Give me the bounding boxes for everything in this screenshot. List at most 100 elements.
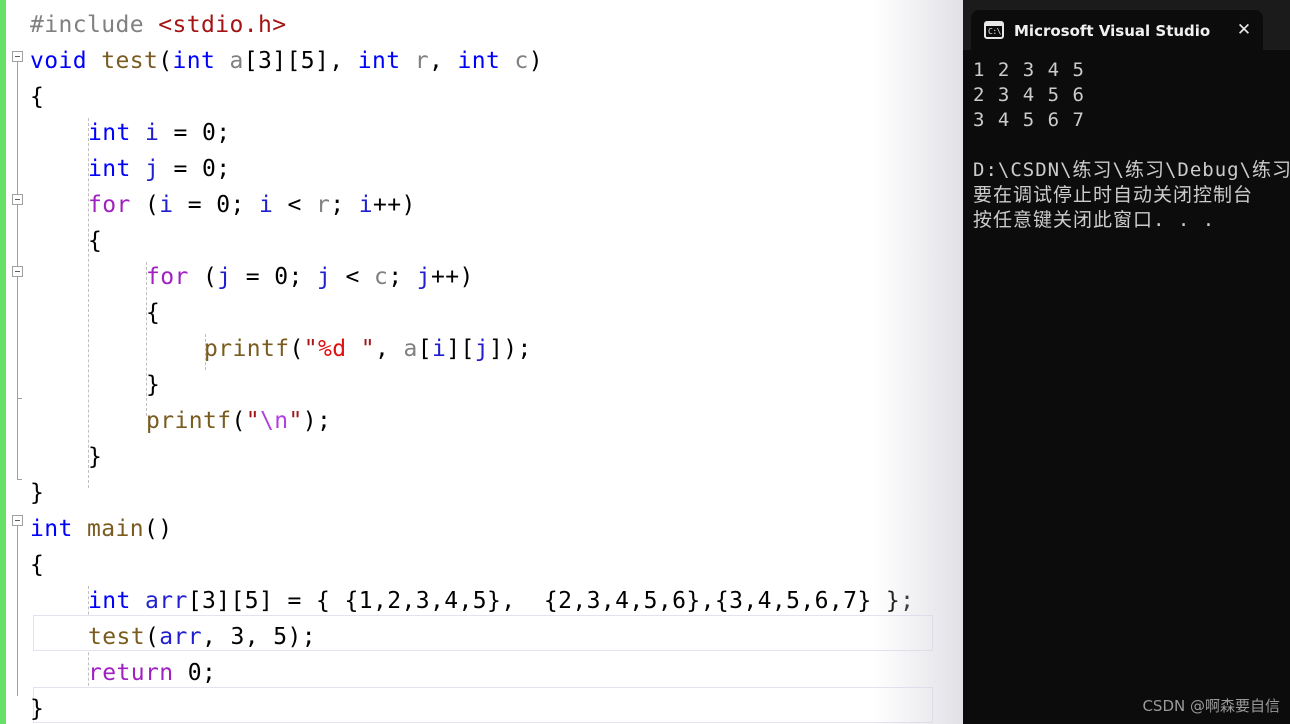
code-token: { [30,552,45,578]
code-token: , [374,336,404,362]
code-token: #include [30,12,159,38]
code-token: i [145,120,160,146]
code-editor-pane[interactable]: #include <stdio.h> void test(int a[3][5],… [0,0,963,724]
code-token: printf [204,336,290,362]
console-titlebar[interactable]: C:\ Microsoft Visual Studio 调试控 ✕ [971,10,1263,50]
code-line[interactable]: int arr[3][5] = { {1,2,3,4,5}, {2,3,4,5,… [88,583,914,619]
code-token: r [414,48,429,74]
code-token: i [259,192,274,218]
code-token: , 3, 5); [202,624,316,650]
code-token: int [30,516,73,542]
code-line[interactable]: } [146,367,160,403]
console-output-row: 3 4 5 6 7 [973,109,1085,131]
code-token: printf [146,408,232,434]
code-line[interactable]: } [30,691,44,724]
code-token: } [30,480,45,506]
code-token: test [88,624,145,650]
code-token: ( [231,408,246,434]
close-icon[interactable]: ✕ [1233,19,1255,41]
code-token: ][ [446,336,475,362]
code-token: ++) [431,264,474,290]
code-token: ); [302,408,332,434]
code-line[interactable]: { [30,79,44,115]
code-line[interactable]: for (j = 0; j < c; j++) [146,259,474,295]
code-token: j [145,156,160,182]
code-token: ; [288,264,317,290]
code-line[interactable]: int i = 0; [88,115,231,151]
code-token: ( [188,264,218,290]
code-token: { [88,228,103,254]
code-token: void [30,48,87,74]
debug-console-window[interactable]: C:\ Microsoft Visual Studio 调试控 ✕ 1 2 3 … [963,0,1290,724]
code-token: j [474,336,489,362]
console-message-line: 要在调试停止时自动关闭控制台 [973,184,1254,206]
code-token: ( [130,192,160,218]
code-line[interactable]: } [88,439,102,475]
code-token: i [159,192,174,218]
code-token: \n [259,408,289,434]
code-line[interactable]: printf("%d ", a[i][j]); [204,331,532,367]
console-output-row: 1 2 3 4 5 [973,59,1085,81]
code-token: } [30,696,45,722]
code-token: c [374,264,389,290]
code-token: , [428,48,458,74]
code-token: int [88,156,131,182]
console-cmd-icon: C:\ [984,21,1004,39]
code-token: { [146,300,161,326]
console-output-area[interactable]: 1 2 3 4 5 2 3 4 5 6 3 4 5 6 7 D:\CSDN\练习\练… [963,50,1290,724]
code-token: for [146,264,189,290]
code-line[interactable]: { [88,223,102,259]
code-token: c [514,48,529,74]
code-token: } [88,444,103,470]
code-token: 0 [216,192,231,218]
code-line[interactable]: } [30,475,44,511]
code-text-area[interactable]: #include <stdio.h> void test(int a[3][5],… [0,0,963,724]
code-token: 0 [274,264,289,290]
console-output-row: 2 3 4 5 6 [973,84,1085,106]
csdn-watermark: CSDN @啊森要自信 [1142,697,1280,715]
console-message-line: 按任意键关闭此窗口. . . [973,209,1216,231]
code-token: [ [417,336,432,362]
code-token: ; [216,120,231,146]
code-line[interactable]: { [30,547,44,583]
code-line[interactable]: int main() [30,511,173,547]
code-token: int [457,48,501,74]
code-token: ; [388,264,417,290]
code-token: ( [289,336,304,362]
console-message-line: D:\CSDN\练习\练习\Debug\练习 [973,159,1290,181]
code-token: = [159,156,202,182]
code-line[interactable]: printf("\n"); [146,403,331,439]
code-line[interactable]: test(arr, 3, 5); [88,619,316,655]
console-window-title: Microsoft Visual Studio 调试控 [1014,21,1212,40]
code-token: " [288,408,303,434]
code-token: arr [159,624,202,650]
code-token: } [146,372,161,398]
code-line[interactable]: { [146,295,160,331]
code-token: i [431,336,447,362]
code-line[interactable]: void test(int a[3][5], int r, int c) [30,43,543,79]
code-token: ; [230,192,259,218]
code-token: " [303,336,318,362]
code-token: ; [330,192,359,218]
code-token: = [159,120,202,146]
code-line[interactable]: int j = 0; [88,151,231,187]
code-token: i [358,192,373,218]
code-token: <stdio.h> [158,12,287,38]
code-token: ) [528,48,543,74]
code-token: ( [158,48,173,74]
code-token: ]); [488,336,532,362]
code-line[interactable]: for (i = 0; i < r; i++) [88,187,416,223]
code-line[interactable]: return 0; [88,655,216,691]
code-token: j [317,264,332,290]
code-token: for [88,192,131,218]
code-line[interactable]: #include <stdio.h> [30,7,286,43]
code-token: () [144,516,173,542]
code-token: int [172,48,216,74]
code-token: test [101,48,159,74]
code-token: int [88,588,131,614]
code-token: [3][5], [243,48,358,74]
